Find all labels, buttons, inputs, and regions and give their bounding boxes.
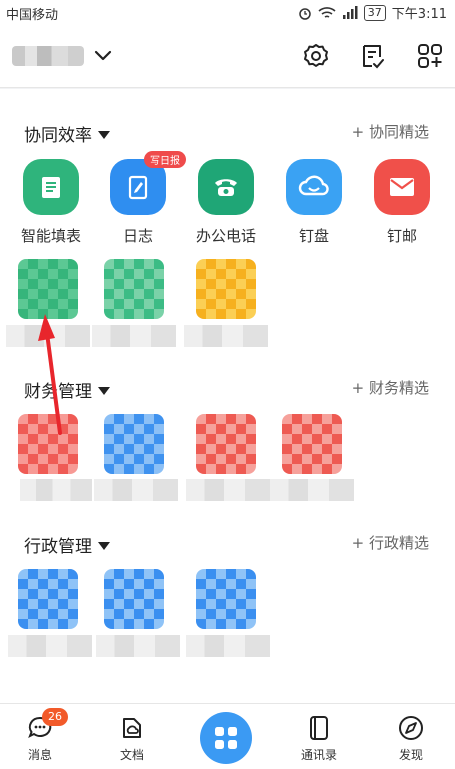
org-name-blurred[interactable] (12, 46, 84, 66)
finance-featured-link[interactable]: + 财务精选 (352, 377, 429, 398)
app-smart-form[interactable]: 智能填表 (11, 159, 91, 246)
blurred-app-label (92, 325, 176, 347)
blurred-app-icon[interactable] (104, 569, 164, 629)
carrier-name: 中国移动 (6, 8, 59, 23)
settings-icon[interactable] (302, 42, 330, 70)
blurred-app-label (94, 479, 178, 501)
cloud-icon (286, 159, 342, 215)
nav-contacts[interactable]: 通讯录 (287, 714, 351, 763)
nav-label: 消息 (27, 748, 52, 762)
annotation-arrow (38, 314, 62, 435)
blurred-app-label (20, 479, 92, 501)
blurred-app-icon[interactable] (196, 414, 256, 474)
battery-level: 37 (363, 4, 386, 21)
caret-down-icon (98, 541, 110, 550)
app-label: 日志 (122, 227, 153, 245)
app-log[interactable]: 写日报 日志 (98, 151, 186, 246)
edit-list-icon[interactable] (358, 42, 386, 70)
top-header (0, 24, 455, 88)
bottom-nav: 26 消息 文档 通讯录 发现 (0, 703, 455, 769)
status-icons: 37 下午3:11 (298, 3, 447, 22)
caret-down-icon (98, 130, 110, 139)
clock: 下午3:11 (391, 7, 447, 22)
compass-icon (399, 716, 423, 740)
nav-discover[interactable]: 发现 (379, 714, 443, 763)
blurred-app-label (186, 635, 270, 657)
mail-icon (374, 159, 430, 215)
app-office-phone[interactable]: 办公电话 (186, 159, 266, 246)
app-label: 钉邮 (386, 227, 417, 245)
nav-label: 文档 (119, 748, 144, 762)
blurred-app-icon[interactable] (196, 569, 256, 629)
collab-featured-link[interactable]: + 协同精选 (352, 121, 429, 142)
app-label: 钉盘 (298, 227, 329, 245)
blurred-app-icon[interactable] (18, 569, 78, 629)
blurred-app-icon[interactable] (104, 259, 164, 319)
section-title-collab[interactable]: 协同效率 (24, 121, 110, 146)
workbench-content: 协同效率 + 协同精选 智能填表 写日报 日志 办公电话 钉盘 钉邮 财务管理 … (0, 89, 455, 703)
blurred-app-label (96, 635, 180, 657)
app-label: 智能填表 (20, 227, 81, 245)
add-apps-icon[interactable] (416, 42, 444, 70)
blurred-app-label (270, 479, 354, 501)
nav-messages[interactable]: 26 消息 (8, 708, 72, 763)
app-ding-mail[interactable]: 钉邮 (362, 159, 442, 246)
nav-label: 通讯录 (300, 748, 337, 762)
blurred-app-icon[interactable] (282, 414, 342, 474)
blurred-app-icon[interactable] (18, 259, 78, 319)
blurred-app-icon[interactable] (196, 259, 256, 319)
blurred-app-icon[interactable] (104, 414, 164, 474)
signal-icon (342, 5, 358, 19)
wifi-icon (318, 6, 336, 18)
workbench-button[interactable] (200, 712, 252, 764)
admin-featured-link[interactable]: + 行政精选 (352, 532, 429, 553)
blurred-app-label (184, 325, 268, 347)
log-icon: 写日报 (110, 151, 186, 215)
form-icon (23, 159, 79, 215)
blurred-app-label (8, 635, 92, 657)
grid-icon (215, 727, 237, 749)
app-ding-pan[interactable]: 钉盘 (274, 159, 354, 246)
app-label: 办公电话 (195, 227, 256, 245)
unread-badge: 26 (42, 708, 68, 726)
nav-docs[interactable]: 文档 (100, 714, 164, 763)
blurred-app-label (186, 479, 270, 501)
caret-down-icon (98, 386, 110, 395)
contacts-icon (310, 716, 328, 740)
nav-label: 发现 (398, 748, 423, 762)
status-bar: 中国移动 37 下午3:11 (0, 0, 455, 24)
phone-icon (198, 159, 254, 215)
section-title-admin[interactable]: 行政管理 (24, 532, 110, 557)
alarm-icon (299, 7, 311, 20)
chevron-down-icon[interactable] (92, 44, 114, 66)
docs-icon (123, 718, 141, 738)
write-daily-badge: 写日报 (144, 151, 186, 168)
